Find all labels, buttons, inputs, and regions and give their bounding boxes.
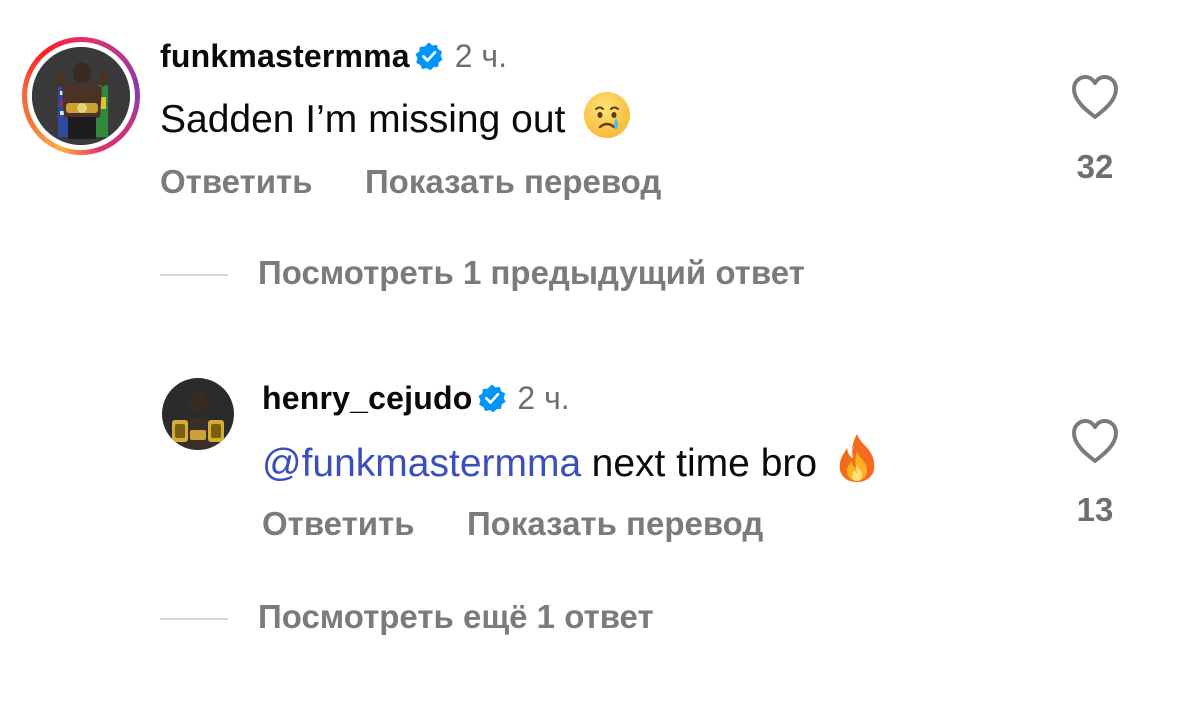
comment-text: Sadden I’m missing out [160,98,566,141]
fire-emoji [834,432,880,504]
like-count: 32 [1076,148,1114,185]
heart-icon [1072,419,1118,463]
verified-badge-icon [477,383,507,413]
crying-face-emoji [582,90,632,160]
view-more-replies[interactable]: Посмотреть ещё 1 ответ [160,596,780,644]
comment-time: 2 ч. [517,380,570,416]
like-count: 13 [1076,491,1114,528]
heart-icon [1072,75,1118,119]
thread-divider [160,618,228,620]
view-more-replies-label: Посмотреть ещё 1 ответ [258,598,654,635]
avatar-story-ring[interactable] [22,37,140,155]
like-button[interactable] [1070,418,1120,466]
thread-divider [160,274,228,276]
avatar [32,47,130,145]
show-translation-button[interactable]: Показать перевод [365,163,661,200]
reply-button[interactable]: Ответить [160,163,313,200]
comment-text: next time bro [591,442,818,485]
comment-2: henry_cejudo 2 ч. @funkmastermma next ti… [0,360,1179,590]
view-previous-replies[interactable]: Посмотреть 1 предыдущий ответ [160,252,920,300]
show-translation-button[interactable]: Показать перевод [467,505,763,542]
avatar[interactable] [162,378,234,450]
comment-time: 2 ч. [454,38,507,74]
mention-link[interactable]: @funkmastermma [262,442,581,485]
verified-badge-icon [414,41,444,71]
view-previous-replies-label: Посмотреть 1 предыдущий ответ [258,254,805,291]
comment-username[interactable]: funkmastermma [160,38,410,74]
comment-1: funkmastermma 2 ч. Sadden I’m missing ou… [0,0,1179,240]
comment-username[interactable]: henry_cejudo [262,380,472,416]
reply-button[interactable]: Ответить [262,505,415,542]
like-button[interactable] [1070,74,1120,122]
